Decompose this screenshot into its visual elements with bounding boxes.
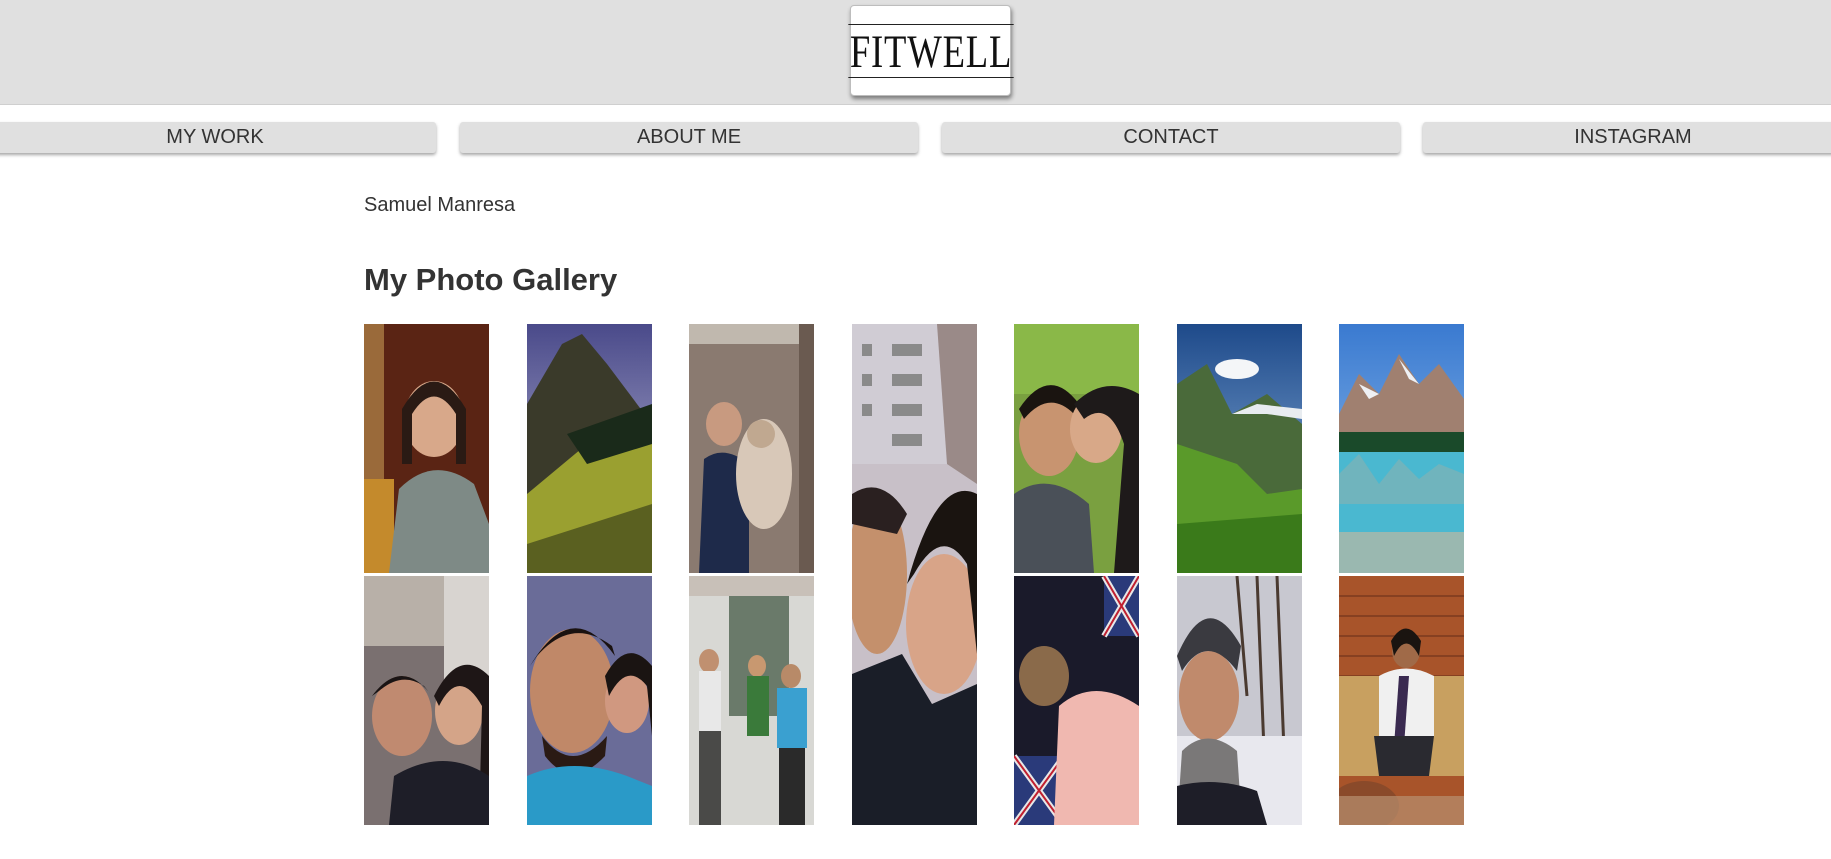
- gallery-photo[interactable]: [689, 576, 814, 825]
- nav-instagram-label: INSTAGRAM: [1574, 126, 1692, 148]
- nav-contact[interactable]: CONTACT: [942, 122, 1400, 153]
- gallery-photo[interactable]: [1014, 324, 1139, 573]
- main-nav: MY WORK ABOUT ME CONTACT INSTAGRAM: [0, 110, 1831, 162]
- nav-my-work[interactable]: MY WORK: [0, 122, 436, 153]
- nav-about-me[interactable]: ABOUT ME: [460, 122, 918, 153]
- gallery-photo[interactable]: [527, 576, 652, 825]
- gallery-photo[interactable]: [364, 324, 489, 573]
- logo-text: FITWELL: [847, 23, 1014, 78]
- gallery-title: My Photo Gallery: [364, 262, 618, 297]
- nav-about-me-label: ABOUT ME: [636, 126, 742, 148]
- gallery-photo[interactable]: [1339, 576, 1464, 825]
- gallery-photo[interactable]: [1014, 576, 1139, 825]
- nav-instagram[interactable]: INSTAGRAM: [1423, 122, 1831, 153]
- gallery-photo[interactable]: [1177, 576, 1302, 825]
- gallery-photo[interactable]: [527, 324, 652, 573]
- author-name: Samuel Manresa: [364, 194, 516, 216]
- fitwell-logo[interactable]: FITWELL: [847, 5, 1014, 96]
- gallery-photo[interactable]: [364, 576, 489, 825]
- nav-my-work-label: MY WORK: [166, 126, 264, 148]
- gallery-photo[interactable]: [1177, 324, 1302, 573]
- gallery-photo[interactable]: [689, 324, 814, 573]
- site-header: FITWELL: [0, 0, 1831, 105]
- nav-contact-label: CONTACT: [1123, 126, 1219, 148]
- gallery-photo[interactable]: [852, 324, 977, 825]
- gallery-photo[interactable]: [1339, 324, 1464, 573]
